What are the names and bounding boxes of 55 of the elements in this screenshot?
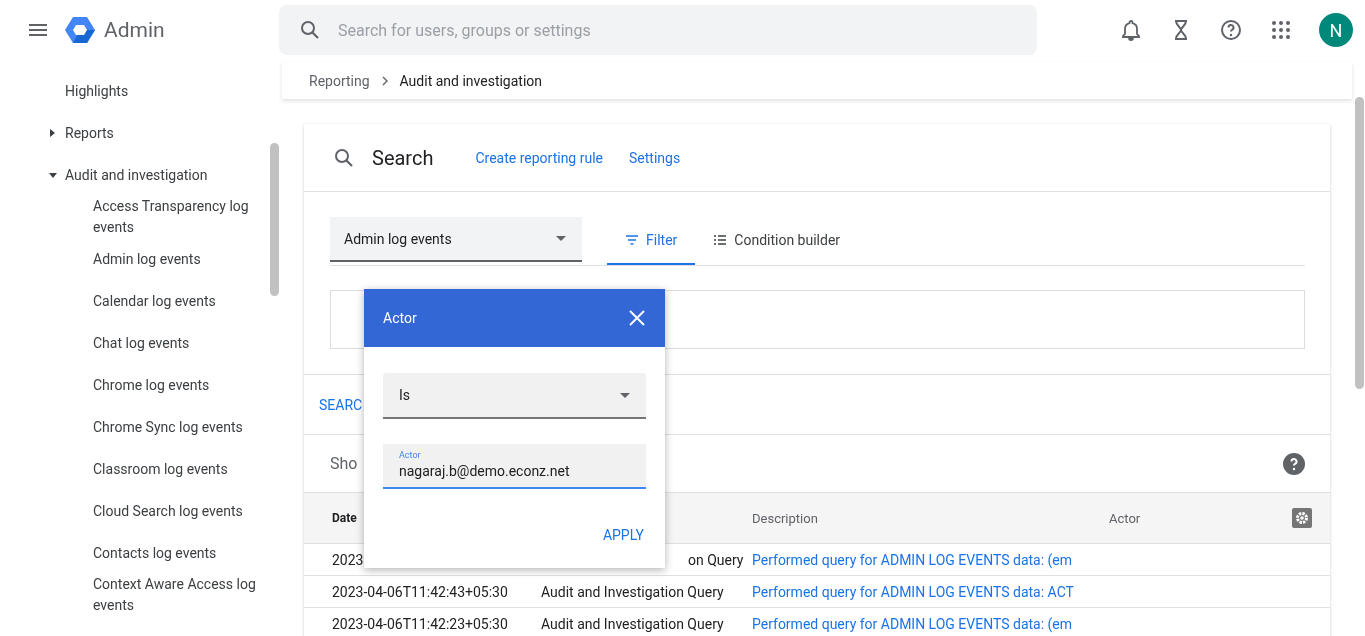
- actor-input-field[interactable]: Actor nagaraj.b@demo.econz.net: [383, 444, 646, 489]
- card-title: Search: [372, 145, 434, 170]
- sidebar-item[interactable]: Admin log events: [93, 248, 265, 270]
- sidebar-item[interactable]: Cloud Search log events: [93, 500, 265, 522]
- dropdown-arrow-icon: [556, 236, 566, 241]
- sidebar-item[interactable]: Access Transparency log events: [93, 196, 265, 238]
- results-summary: Sho: [330, 454, 358, 473]
- header-link[interactable]: Create reporting rule: [475, 149, 603, 166]
- table-cell-text: 2023: [332, 551, 365, 568]
- caret-icon[interactable]: [50, 129, 55, 137]
- app-name: Admin: [104, 18, 165, 42]
- sidebar-item[interactable]: Context Aware Access log events: [93, 574, 265, 616]
- help-icon[interactable]: [1282, 451, 1306, 476]
- popup-title: Actor: [383, 310, 417, 326]
- description-link[interactable]: Performed query for ADMIN LOG EVENTS data: (em: [752, 615, 1109, 632]
- table-cell-text: 2023-04-06T11:42:43+05:30: [332, 583, 509, 600]
- filter-icon: [625, 235, 639, 245]
- breadcrumb-link[interactable]: Reporting: [309, 72, 370, 89]
- apps-grid-icon[interactable]: [1269, 18, 1293, 42]
- sidebar-item[interactable]: Reports: [65, 125, 114, 141]
- table-cell-text: Audit and Investigation Query: [541, 615, 725, 632]
- close-icon[interactable]: [629, 310, 645, 326]
- tab[interactable]: Filter: [607, 217, 696, 265]
- apply-button[interactable]: APPLY: [600, 527, 646, 543]
- column-header: Date: [332, 511, 358, 525]
- bell-icon[interactable]: [1119, 18, 1143, 42]
- gear-icon[interactable]: [1292, 508, 1312, 528]
- search-button[interactable]: SEARC: [319, 396, 363, 413]
- sidebar-item[interactable]: Highlights: [65, 83, 129, 99]
- dropdown-arrow-icon: [620, 392, 630, 398]
- description-link[interactable]: Performed query for ADMIN LOG EVENTS data: ACT: [752, 583, 1109, 600]
- header-link[interactable]: Settings: [629, 149, 681, 166]
- scrollbar-thumb[interactable]: [1355, 97, 1364, 389]
- scrollbar-thumb[interactable]: [270, 143, 279, 296]
- tab[interactable]: Condition builder: [695, 217, 859, 265]
- description-link[interactable]: Performed query for ADMIN LOG EVENTS data: (em: [752, 551, 1109, 568]
- sidebar-item[interactable]: Classroom log events: [93, 458, 265, 480]
- avatar[interactable]: N: [1319, 13, 1353, 47]
- caret-icon[interactable]: [49, 172, 57, 178]
- hexagon-logo-icon: [64, 14, 96, 46]
- sidebar-item[interactable]: Audit and investigation: [65, 167, 208, 183]
- list-icon: [713, 235, 728, 245]
- sidebar-item[interactable]: Chat log events: [93, 332, 265, 354]
- table-cell-text: on Query: [687, 551, 745, 568]
- table-cell-text: 2023-04-06T11:42:23+05:30: [332, 615, 509, 632]
- sidebar-item[interactable]: Contacts log events: [93, 542, 265, 564]
- sidebar-item[interactable]: Calendar log events: [93, 290, 265, 312]
- sidebar-item[interactable]: Chrome Sync log events: [93, 416, 265, 438]
- column-header: Description: [752, 510, 819, 526]
- help-icon[interactable]: [1219, 18, 1243, 42]
- column-header: Actor: [1109, 510, 1142, 526]
- sidebar-item[interactable]: Chrome log events: [93, 374, 265, 396]
- table-cell-text: Audit and Investigation Query: [541, 583, 725, 600]
- operator-dropdown[interactable]: Is: [383, 373, 646, 419]
- log-source-dropdown[interactable]: Admin log events: [330, 217, 582, 262]
